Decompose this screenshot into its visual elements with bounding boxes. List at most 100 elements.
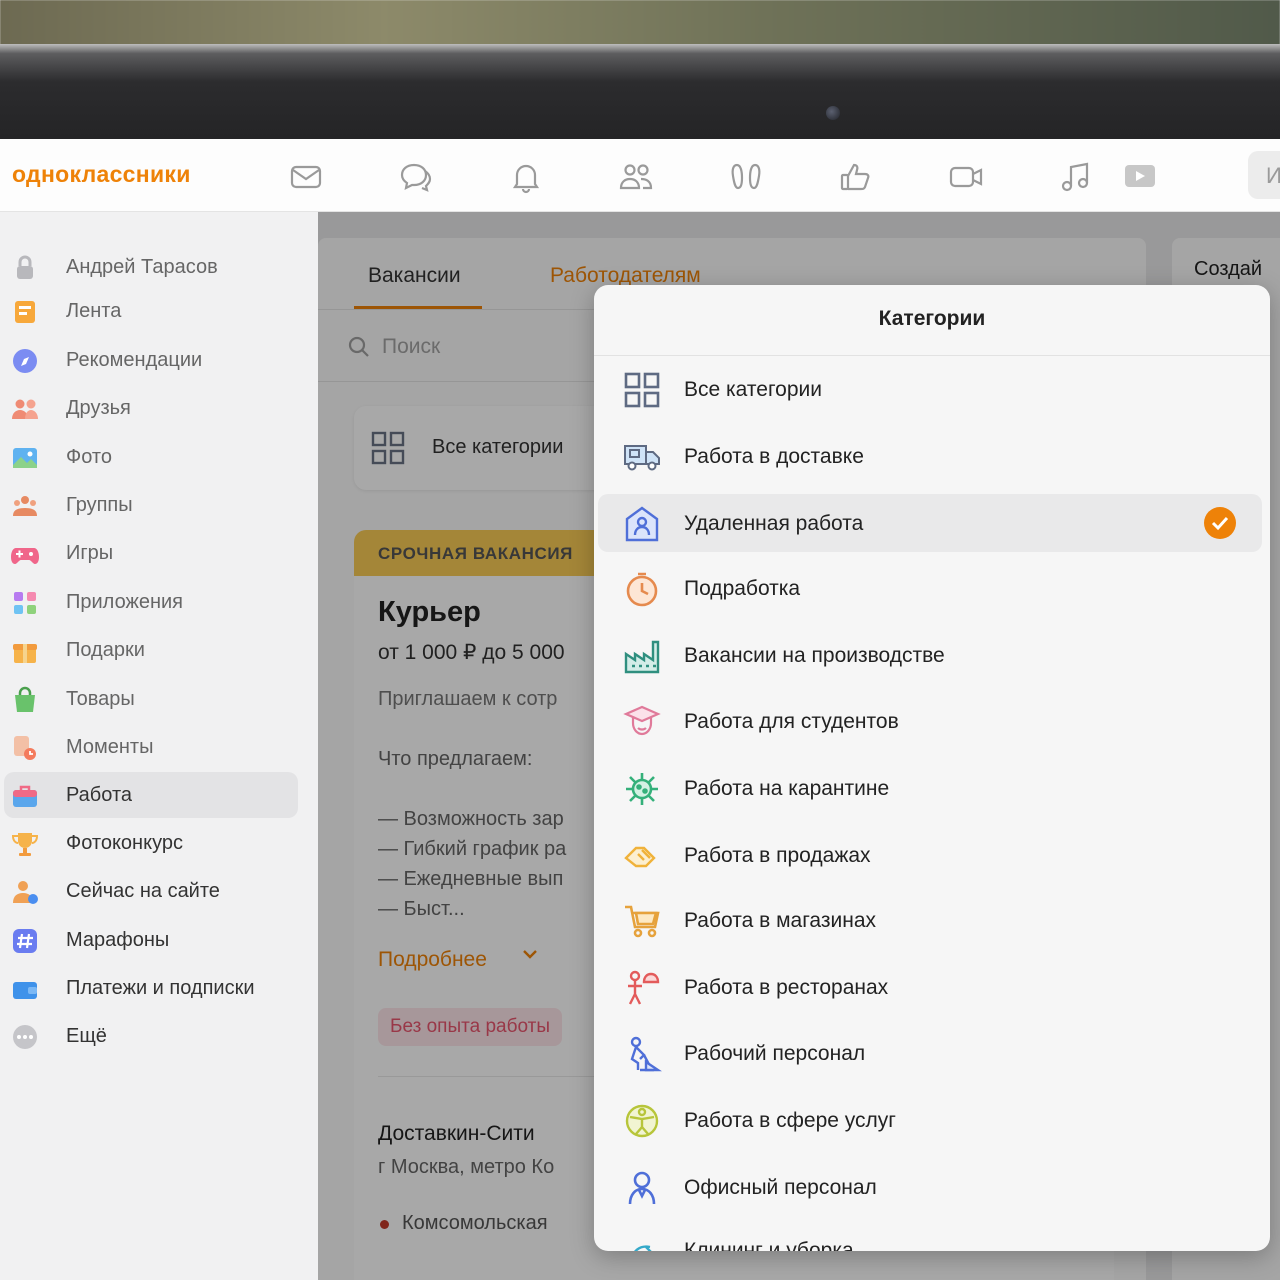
more-icon xyxy=(10,1022,40,1052)
delivery-truck-icon xyxy=(622,437,662,477)
category-label: Офисный персонал xyxy=(684,1176,877,1199)
sidebar-item-label: Друзья xyxy=(66,397,131,419)
sidebar-item-wallet[interactable]: Платежи и подписки xyxy=(4,965,298,1011)
chat-icon[interactable] xyxy=(398,159,434,195)
category-item[interactable]: Офисный персонал xyxy=(598,1158,1262,1216)
category-label: Клининг и уборка xyxy=(684,1239,854,1251)
sidebar-item-lock[interactable]: Андрей Тарасов xyxy=(4,244,298,290)
sidebar-item-label: Рекомендации xyxy=(66,349,203,371)
camera-icon xyxy=(826,106,840,120)
category-item[interactable]: Работа в сфере услуг xyxy=(598,1091,1262,1149)
handshake-icon xyxy=(622,836,662,876)
sidebar-item-online[interactable]: Сейчас на сайте xyxy=(4,868,298,914)
category-label: Работа в продажах xyxy=(684,844,871,867)
sidebar-item-label: Фотоконкурс xyxy=(66,832,183,854)
sidebar-item-briefcase[interactable]: Работа xyxy=(4,772,298,818)
top-navigation: одноклассники И xyxy=(0,139,1280,212)
category-item[interactable]: Работа в магазинах xyxy=(598,891,1262,949)
worker-icon xyxy=(622,1034,662,1074)
friends-icon xyxy=(10,394,40,424)
bell-icon[interactable] xyxy=(508,159,544,195)
virus-icon xyxy=(622,769,662,809)
games-icon[interactable] xyxy=(1122,159,1158,195)
category-item[interactable]: Вакансии на производстве xyxy=(598,626,1262,684)
music-icon[interactable] xyxy=(1058,159,1094,195)
gamepad-icon xyxy=(10,539,40,569)
sidebar-item-trophy[interactable]: Фотоконкурс xyxy=(4,820,298,866)
feed-icon xyxy=(10,297,40,327)
sidebar-item-gamepad[interactable]: Игры xyxy=(4,530,298,576)
stopwatch-icon xyxy=(622,569,662,609)
likes-icon[interactable] xyxy=(838,159,874,195)
sidebar-item-label: Платежи и подписки xyxy=(66,977,255,999)
sidebar-item-label: Ещё xyxy=(66,1025,107,1047)
sidebar-item-shopping-bag[interactable]: Товары xyxy=(4,676,298,722)
site-logo[interactable]: одноклассники xyxy=(12,161,191,188)
sidebar-item-moments[interactable]: Моменты xyxy=(4,724,298,770)
sidebar-item-apps[interactable]: Приложения xyxy=(4,579,298,625)
category-item[interactable]: Работа в доставке xyxy=(598,427,1262,485)
dropdown-title: Категории xyxy=(878,307,986,330)
sidebar-item-feed[interactable]: Лента xyxy=(4,288,298,334)
category-label: Вакансии на производстве xyxy=(684,644,945,667)
category-item[interactable]: Все категории xyxy=(598,360,1262,418)
mail-icon[interactable] xyxy=(288,159,324,195)
checkmark-icon xyxy=(1204,507,1236,539)
sidebar: Андрей Тарасов Лента Рекомендации Друзья Фот… xyxy=(0,212,318,1280)
sidebar-item-label: Товары xyxy=(66,688,135,710)
apps-icon xyxy=(10,588,40,618)
sidebar-item-label: Марафоны xyxy=(66,929,170,951)
category-item[interactable]: Удаленная работа xyxy=(598,494,1262,552)
lock-icon xyxy=(10,253,40,283)
graduate-icon xyxy=(622,702,662,742)
sidebar-item-label: Игры xyxy=(66,542,114,564)
category-item[interactable]: Подработка xyxy=(598,559,1262,617)
sidebar-item-gift[interactable]: Подарки xyxy=(4,627,298,673)
cleaning-icon xyxy=(622,1231,662,1251)
category-label: Удаленная работа xyxy=(684,512,864,535)
sidebar-item-groups[interactable]: Группы xyxy=(4,482,298,528)
sidebar-item-hashtag[interactable]: Марафоны xyxy=(4,917,298,963)
hashtag-icon xyxy=(10,926,40,956)
photo-icon xyxy=(10,443,40,473)
sidebar-item-label: Фото xyxy=(66,446,112,468)
category-item[interactable]: Работа в продажах xyxy=(598,826,1262,884)
category-label: Работа в магазинах xyxy=(684,909,877,932)
waiter-icon xyxy=(622,968,662,1008)
category-item[interactable]: Клининг и уборка xyxy=(598,1221,1262,1251)
category-item[interactable]: Работа для студентов xyxy=(598,692,1262,750)
category-item[interactable]: Рабочий персонал xyxy=(598,1024,1262,1082)
sidebar-item-label: Сейчас на сайте xyxy=(66,880,220,902)
sidebar-item-label: Подарки xyxy=(66,639,145,661)
shopping-cart-icon xyxy=(622,901,662,941)
video-icon[interactable] xyxy=(948,159,984,195)
gift-icon xyxy=(10,636,40,666)
sidebar-item-label: Группы xyxy=(66,494,133,516)
categories-dropdown: Категории Все категории Работа в доставке… xyxy=(594,285,1270,1251)
trophy-icon xyxy=(10,829,40,859)
category-item[interactable]: Работа в ресторанах xyxy=(598,958,1262,1016)
divider xyxy=(594,355,1270,356)
sidebar-item-label: Андрей Тарасов xyxy=(66,256,218,278)
guests-icon[interactable] xyxy=(728,159,764,195)
search-field-stub[interactable]: И xyxy=(1248,151,1280,199)
wallet-icon xyxy=(10,974,40,1004)
sidebar-item-more[interactable]: Ещё xyxy=(4,1013,298,1059)
category-item[interactable]: Работа на карантине xyxy=(598,759,1262,817)
remote-work-icon xyxy=(622,504,662,544)
sidebar-item-label: Моменты xyxy=(66,736,154,758)
factory-icon xyxy=(622,636,662,676)
shopping-bag-icon xyxy=(10,685,40,715)
groups-icon xyxy=(10,491,40,521)
category-label: Работа в ресторанах xyxy=(684,976,889,999)
sidebar-item-compass[interactable]: Рекомендации xyxy=(4,337,298,383)
grid-icon xyxy=(622,370,662,410)
background-blur xyxy=(0,0,1280,48)
sidebar-item-friends[interactable]: Друзья xyxy=(4,385,298,431)
briefcase-icon xyxy=(10,781,40,811)
category-label: Подработка xyxy=(684,577,801,600)
sidebar-item-label: Лента xyxy=(66,300,122,322)
office-person-icon xyxy=(622,1168,662,1208)
sidebar-item-photo[interactable]: Фото xyxy=(4,434,298,480)
friends-icon[interactable] xyxy=(618,159,654,195)
